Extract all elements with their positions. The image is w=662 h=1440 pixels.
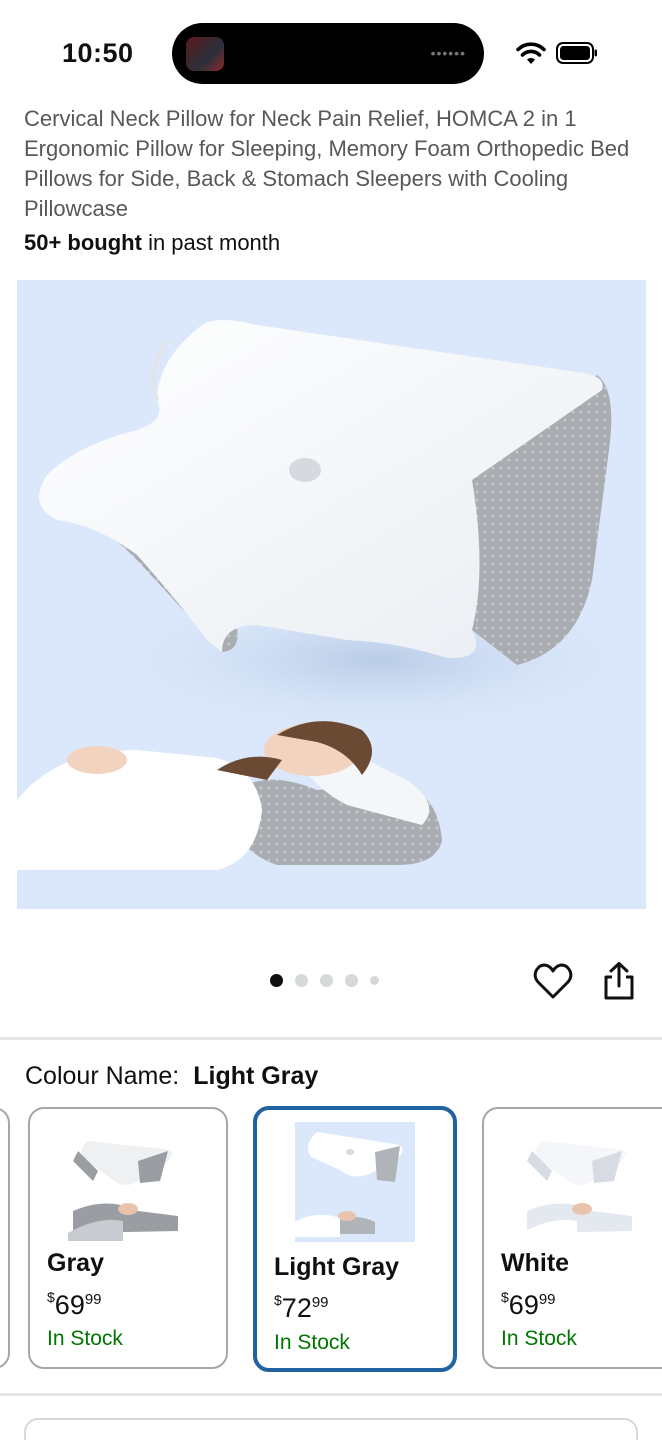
colour-thumbnail-white xyxy=(522,1141,632,1241)
carousel-dot[interactable] xyxy=(295,973,308,987)
colour-option-partial[interactable] xyxy=(0,1107,10,1369)
price-cents: 99 xyxy=(311,1294,329,1311)
carousel-dot[interactable] xyxy=(320,973,333,987)
status-time: 10:50 xyxy=(62,38,134,68)
product-title[interactable]: Cervical Neck Pillow for Neck Pain Relie… xyxy=(24,104,634,224)
price-currency: $ xyxy=(501,1289,509,1305)
section-divider xyxy=(0,1393,662,1396)
carousel-dot[interactable] xyxy=(345,973,358,987)
island-indicator-icon: •••••• xyxy=(430,45,466,61)
pillow-illustration xyxy=(17,320,646,870)
section-divider xyxy=(0,1037,662,1040)
wifi-icon xyxy=(516,42,546,64)
price-cents: 99 xyxy=(84,1291,102,1308)
share-icon[interactable] xyxy=(600,960,638,1002)
colour-thumbnail-light-gray xyxy=(295,1122,415,1242)
carousel-dot[interactable] xyxy=(270,973,283,987)
colour-option-gray[interactable]: Gray $6999 In Stock xyxy=(28,1107,228,1369)
image-carousel-indicator[interactable] xyxy=(270,973,379,987)
colour-option-price: $6999 xyxy=(47,1289,102,1321)
colour-option-price: $7299 xyxy=(274,1292,329,1324)
price-currency: $ xyxy=(47,1289,55,1305)
colour-name-value: Light Gray xyxy=(193,1062,319,1090)
stock-status: In Stock xyxy=(274,1331,350,1354)
price-cents: 99 xyxy=(538,1291,556,1308)
price-currency: $ xyxy=(274,1292,282,1308)
app-activity-icon xyxy=(186,37,224,71)
colour-option-price: $6999 xyxy=(501,1289,556,1321)
status-bar: 10:50 •••••• xyxy=(0,0,662,100)
price-whole: 69 xyxy=(508,1290,539,1320)
colour-name-key: Colour Name: xyxy=(25,1062,180,1090)
stock-status: In Stock xyxy=(47,1327,123,1350)
colour-option-white[interactable]: White $6999 In Stock xyxy=(482,1107,662,1369)
carousel-dot[interactable] xyxy=(370,975,379,985)
purchase-count-rest: in past month xyxy=(141,230,281,255)
product-image[interactable] xyxy=(17,280,646,909)
price-whole: 69 xyxy=(54,1290,85,1320)
colour-option-name: Light Gray xyxy=(274,1253,400,1281)
battery-icon xyxy=(556,42,597,64)
heart-icon[interactable] xyxy=(532,960,574,1002)
colour-option-name: Gray xyxy=(47,1249,104,1277)
colour-thumbnail-gray xyxy=(68,1141,178,1241)
next-section-card[interactable] xyxy=(24,1418,638,1440)
colour-option-light-gray[interactable]: Light Gray $7299 In Stock xyxy=(253,1106,457,1372)
purchase-count-bold: 50+ bought xyxy=(24,230,142,255)
product-page: 10:50 •••••• Cervical Neck Pillow for Ne… xyxy=(0,0,662,1440)
stock-status: In Stock xyxy=(501,1327,577,1350)
purchase-count: 50+ bought in past month xyxy=(24,230,280,256)
colour-option-name: White xyxy=(501,1249,570,1277)
dynamic-island: •••••• xyxy=(172,23,484,84)
colour-name-label: Colour Name: Light Gray xyxy=(25,1062,318,1091)
price-whole: 72 xyxy=(281,1293,312,1323)
